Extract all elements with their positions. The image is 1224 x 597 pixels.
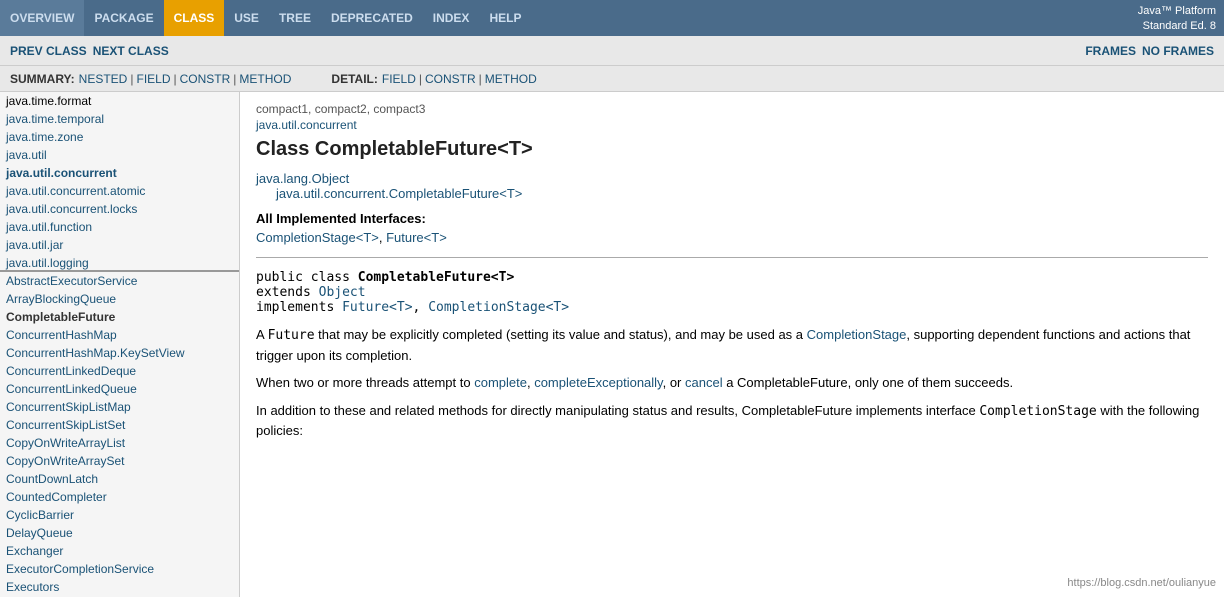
nav-index[interactable]: INDEX	[423, 0, 480, 36]
sidebar-cls-11[interactable]: CountDownLatch	[0, 470, 239, 488]
sidebar: java.time.format java.time.temporal java…	[0, 92, 240, 597]
sidebar-cls-10[interactable]: CopyOnWriteArraySet	[0, 452, 239, 470]
decl-implements-label: implements	[256, 300, 342, 315]
nav-class[interactable]: CLASS	[164, 0, 225, 36]
future-link[interactable]: Future<T>	[386, 230, 447, 245]
summary-field[interactable]: FIELD	[136, 72, 170, 86]
sidebar-pkg-7[interactable]: java.util.function	[0, 218, 239, 236]
decl-object-link[interactable]: Object	[319, 285, 366, 300]
nav-help[interactable]: HELP	[479, 0, 531, 36]
top-nav: OVERVIEW PACKAGE CLASS USE TREE DEPRECAT…	[0, 0, 1224, 36]
decl-completionstage-link[interactable]: CompletionStage<T>	[428, 300, 569, 315]
sidebar-cls-16[interactable]: ExecutorCompletionService	[0, 560, 239, 578]
sidebar-cls-0[interactable]: AbstractExecutorService	[0, 272, 239, 290]
cancel-link[interactable]: cancel	[685, 375, 723, 390]
desc-paragraph-3: In addition to these and related methods…	[256, 401, 1208, 441]
sidebar-pkg-4[interactable]: java.util.concurrent	[0, 164, 239, 182]
sidebar-cls-12[interactable]: CountedCompleter	[0, 488, 239, 506]
decl-extends-label: extends	[256, 285, 319, 300]
second-nav: PREV CLASS NEXT CLASS FRAMES NO FRAMES	[0, 36, 1224, 66]
interfaces-section: All Implemented Interfaces: CompletionSt…	[256, 211, 1208, 245]
package-link[interactable]: java.util.concurrent	[256, 118, 1208, 132]
decl-classname: CompletableFuture<T>	[358, 270, 515, 285]
interfaces-list: CompletionStage<T>, Future<T>	[256, 230, 1208, 245]
sidebar-pkg-5[interactable]: java.util.concurrent.atomic	[0, 182, 239, 200]
sidebar-cls-17[interactable]: Executors	[0, 578, 239, 596]
completeexceptionally-link[interactable]: completeExceptionally	[534, 375, 662, 390]
decl-future-link[interactable]: Future<T>	[342, 300, 412, 315]
watermark: https://blog.csdn.net/oulianyue	[1067, 577, 1216, 589]
inheritance-root[interactable]: java.lang.Object	[256, 171, 1208, 186]
sidebar-pkg-1[interactable]: java.time.temporal	[0, 110, 239, 128]
sidebar-pkg-6[interactable]: java.util.concurrent.locks	[0, 200, 239, 218]
nav-package[interactable]: PACKAGE	[84, 0, 163, 36]
detail-method[interactable]: METHOD	[485, 72, 537, 86]
content-area: compact1, compact2, compact3 java.util.c…	[240, 92, 1224, 597]
desc-paragraph-1: A Future that may be explicitly complete…	[256, 325, 1208, 365]
frames-link[interactable]: FRAMES	[1085, 44, 1136, 58]
complete-link[interactable]: complete	[474, 375, 527, 390]
sidebar-cls-6[interactable]: ConcurrentLinkedQueue	[0, 380, 239, 398]
completionstage-desc-link[interactable]: CompletionStage	[807, 327, 907, 342]
detail-label: DETAIL:	[331, 72, 377, 86]
sidebar-packages: java.time.format java.time.temporal java…	[0, 92, 239, 272]
summary-nested[interactable]: NESTED	[79, 72, 128, 86]
sidebar-cls-4[interactable]: ConcurrentHashMap.KeySetView	[0, 344, 239, 362]
next-class-link[interactable]: NEXT CLASS	[93, 44, 169, 58]
sidebar-cls-3[interactable]: ConcurrentHashMap	[0, 326, 239, 344]
summary-label: SUMMARY:	[10, 72, 75, 86]
sidebar-cls-7[interactable]: ConcurrentSkipListMap	[0, 398, 239, 416]
detail-constr[interactable]: CONSTR	[425, 72, 476, 86]
sidebar-pkg-9[interactable]: java.util.logging	[0, 254, 239, 272]
all-interfaces-label: All Implemented Interfaces:	[256, 211, 1208, 226]
no-frames-link[interactable]: NO FRAMES	[1142, 44, 1214, 58]
divider	[256, 257, 1208, 258]
sidebar-cls-2[interactable]: CompletableFuture	[0, 308, 239, 326]
summary-bar: SUMMARY: NESTED | FIELD | CONSTR | METHO…	[0, 66, 1224, 92]
sidebar-cls-14[interactable]: DelayQueue	[0, 524, 239, 542]
main-layout: java.time.format java.time.temporal java…	[0, 92, 1224, 597]
detail-field[interactable]: FIELD	[382, 72, 416, 86]
sidebar-cls-9[interactable]: CopyOnWriteArrayList	[0, 434, 239, 452]
sidebar-cls-5[interactable]: ConcurrentLinkedDeque	[0, 362, 239, 380]
summary-constr[interactable]: CONSTR	[180, 72, 231, 86]
desc-paragraph-2: When two or more threads attempt to comp…	[256, 373, 1208, 393]
nav-use[interactable]: USE	[224, 0, 269, 36]
inheritance-tree: java.lang.Object java.util.concurrent.Co…	[256, 171, 1208, 201]
completionstage-link[interactable]: CompletionStage<T>	[256, 230, 379, 245]
sidebar-cls-13[interactable]: CyclicBarrier	[0, 506, 239, 524]
decl-public: public class	[256, 270, 358, 285]
class-declaration: public class CompletableFuture<T> extend…	[256, 270, 1208, 315]
nav-overview[interactable]: OVERVIEW	[0, 0, 84, 36]
brand: Java™ Platform Standard Ed. 8	[1130, 0, 1224, 36]
summary-method[interactable]: METHOD	[239, 72, 291, 86]
nav-deprecated[interactable]: DEPRECATED	[321, 0, 423, 36]
prev-class-link[interactable]: PREV CLASS	[10, 44, 87, 58]
sidebar-cls-1[interactable]: ArrayBlockingQueue	[0, 290, 239, 308]
nav-items: OVERVIEW PACKAGE CLASS USE TREE DEPRECAT…	[0, 0, 531, 36]
sidebar-cls-15[interactable]: Exchanger	[0, 542, 239, 560]
inheritance-child[interactable]: java.util.concurrent.CompletableFuture<T…	[276, 186, 1208, 201]
sidebar-pkg-0[interactable]: java.time.format	[0, 92, 239, 110]
sidebar-cls-8[interactable]: ConcurrentSkipListSet	[0, 416, 239, 434]
sidebar-pkg-8[interactable]: java.util.jar	[0, 236, 239, 254]
nav-tree[interactable]: TREE	[269, 0, 321, 36]
class-title: Class CompletableFuture<T>	[256, 138, 1208, 161]
compact-tags: compact1, compact2, compact3	[256, 102, 1208, 116]
sidebar-pkg-2[interactable]: java.time.zone	[0, 128, 239, 146]
sidebar-pkg-3[interactable]: java.util	[0, 146, 239, 164]
sidebar-classes: AbstractExecutorService ArrayBlockingQue…	[0, 272, 239, 597]
